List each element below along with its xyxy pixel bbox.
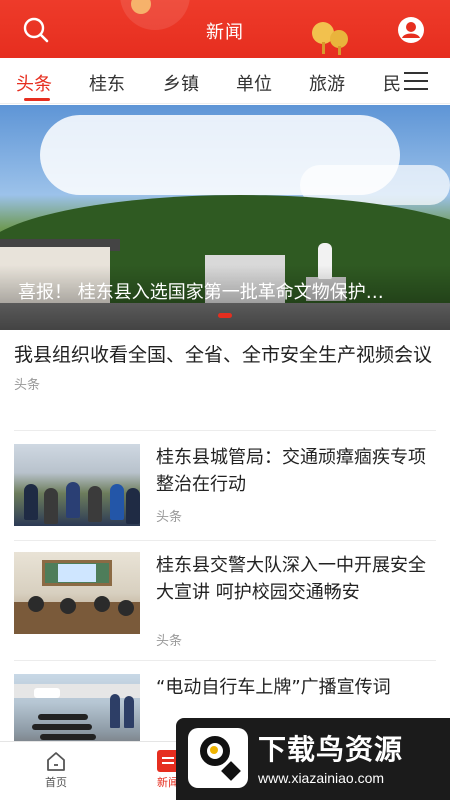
news-title: “电动自行车上牌”广播宣传词 bbox=[156, 677, 391, 698]
tab-people[interactable]: 民 bbox=[383, 70, 401, 96]
list-item[interactable]: 桂东县交警大队深入一中开展安全大宣讲 呵护校园交通畅安 头条 bbox=[14, 552, 436, 652]
news-title: 我县组织收看全国、全省、全市安全生产视频会议 bbox=[14, 344, 433, 366]
news-title: 桂东县交警大队深入一中开展安全大宣讲 呵护校园交通畅安 bbox=[156, 555, 426, 603]
home-icon bbox=[47, 752, 65, 771]
nav-home-label: 首页 bbox=[45, 776, 67, 789]
news-thumbnail bbox=[14, 552, 140, 634]
active-tab-indicator bbox=[24, 98, 50, 101]
tab-units[interactable]: 单位 bbox=[236, 70, 272, 96]
user-icon bbox=[398, 17, 424, 43]
tab-towns[interactable]: 乡镇 bbox=[163, 70, 199, 96]
watermark-url: www.xiazainiao.com bbox=[258, 770, 385, 786]
tab-headlines[interactable]: 头条 bbox=[16, 70, 52, 96]
carousel-indicator bbox=[218, 313, 232, 318]
divider bbox=[14, 430, 436, 431]
app-header: 新闻 bbox=[0, 0, 450, 58]
news-title: 桂东县城管局：交通顽瘴痼疾专项整治在行动 bbox=[156, 447, 426, 495]
menu-icon[interactable] bbox=[404, 72, 428, 92]
page-title: 新闻 bbox=[206, 22, 244, 43]
user-profile-button[interactable] bbox=[397, 16, 425, 44]
divider bbox=[14, 660, 436, 661]
news-tag: 头条 bbox=[14, 378, 41, 393]
watermark-title: 下载鸟资源 bbox=[258, 733, 404, 766]
tab-travel[interactable]: 旅游 bbox=[309, 70, 345, 96]
bird-logo-icon bbox=[188, 728, 248, 788]
news-tag: 头条 bbox=[156, 634, 183, 649]
news-tag: 头条 bbox=[156, 510, 183, 525]
banner-caption: 喜报！ 桂东县入选国家第一批革命文物保护… bbox=[18, 282, 384, 303]
divider bbox=[14, 540, 436, 541]
watermark-overlay: 下载鸟资源 www.xiazainiao.com bbox=[176, 718, 450, 800]
list-item[interactable]: 我县组织收看全国、全省、全市安全生产视频会议 头条 bbox=[14, 342, 436, 393]
tree-trunk-decoration bbox=[338, 46, 341, 55]
nav-home[interactable]: 首页 bbox=[36, 750, 76, 790]
tab-guidong[interactable]: 桂东 bbox=[89, 70, 125, 96]
category-tabs: 头条 桂东 乡镇 单位 旅游 民 bbox=[0, 58, 450, 104]
list-item[interactable]: 桂东县城管局：交通顽瘴痼疾专项整治在行动 头条 bbox=[14, 444, 436, 534]
news-thumbnail bbox=[14, 444, 140, 526]
featured-banner[interactable]: 喜报！ 桂东县入选国家第一批革命文物保护… bbox=[0, 105, 450, 330]
